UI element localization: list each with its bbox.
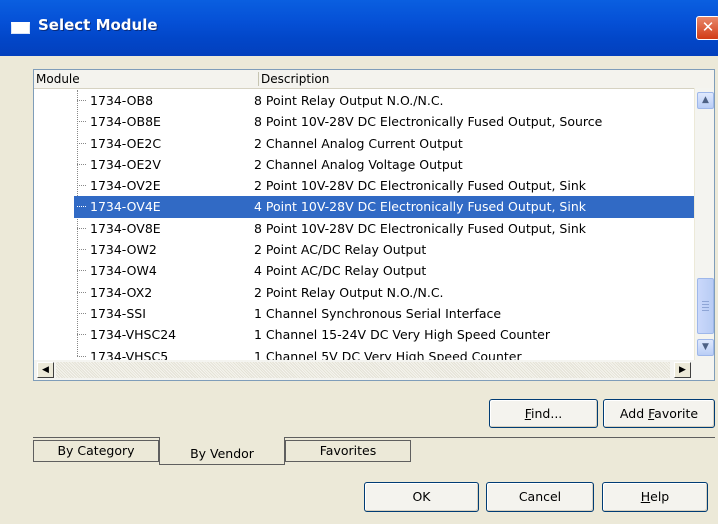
module-description: 2 Channel Analog Current Output	[254, 135, 463, 151]
tree-connector	[77, 142, 86, 144]
list-item[interactable]: 1734-SSI 1 Channel Synchronous Serial Int…	[34, 303, 694, 324]
help-label: elp	[650, 489, 670, 504]
scroll-up-button[interactable]: ▲	[697, 92, 714, 109]
ok-button[interactable]: OK	[364, 482, 479, 512]
module-description: 2 Channel Analog Voltage Output	[254, 156, 463, 172]
module-description: 8 Point 10V-28V DC Electronically Fused …	[254, 220, 586, 236]
thumb-grip	[702, 304, 709, 305]
module-description: 4 Point AC/DC Relay Output	[254, 263, 427, 279]
tab-by-category[interactable]: By Category	[33, 440, 159, 462]
thumb-grip	[702, 310, 709, 311]
scroll-left-button[interactable]: ◀	[37, 362, 54, 378]
scroll-thumb[interactable]	[697, 278, 714, 334]
tree-connector	[77, 270, 86, 272]
module-name: 1734-OV2E	[90, 178, 161, 194]
module-name: 1734-OV4E	[90, 199, 161, 215]
list-item[interactable]: 1734-OE2C 2 Channel Analog Current Output	[34, 133, 694, 154]
module-name: 1734-VHSC24	[90, 327, 177, 343]
add-favorite-label-pre: Add	[619, 406, 649, 421]
close-button[interactable]: ✕	[696, 16, 718, 40]
tree-connector	[77, 163, 86, 165]
module-description: 2 Point 10V-28V DC Electronically Fused …	[254, 178, 586, 194]
module-name: 1734-OE2V	[90, 156, 161, 172]
module-name: 1734-OX2	[90, 284, 153, 300]
find-label: ind...	[531, 406, 563, 421]
module-description: 8 Point Relay Output N.O./N.C.	[254, 93, 444, 108]
list-item[interactable]: 1734-OX2 2 Point Relay Output N.O./N.C.	[34, 282, 694, 303]
tab-favorites[interactable]: Favorites	[285, 440, 411, 462]
window-icon	[11, 22, 30, 34]
tree-connector	[77, 227, 86, 229]
tree-connector	[77, 334, 86, 336]
window-title: Select Module	[38, 16, 158, 34]
tree-connector	[77, 312, 86, 314]
tree-connector	[77, 206, 86, 208]
module-description: 4 Point 10V-28V DC Electronically Fused …	[254, 199, 586, 215]
thumb-grip	[702, 301, 709, 302]
tree-connector	[77, 291, 86, 293]
list-item[interactable]: 1734-OV2E 2 Point 10V-28V DC Electronical…	[34, 175, 694, 196]
list-item[interactable]: 1734-VHSC24 1 Channel 15-24V DC Very High…	[34, 324, 694, 345]
vertical-scrollbar[interactable]: ▲ ▼	[694, 88, 714, 360]
tab-by-vendor[interactable]: By Vendor	[159, 437, 285, 465]
title-bar[interactable]: Select Module ✕	[0, 0, 718, 56]
add-favorite-button[interactable]: Add Favorite	[603, 399, 715, 428]
tree-connector	[77, 355, 86, 357]
list-item[interactable]: 1734-OB8 8 Point Relay Output N.O./N.C.	[34, 90, 694, 111]
thumb-grip	[702, 307, 709, 308]
tree-connector	[77, 249, 86, 251]
column-header-description[interactable]: Description	[261, 71, 329, 87]
module-description: 1 Channel Synchronous Serial Interface	[254, 305, 502, 321]
module-description: 2 Point AC/DC Relay Output	[254, 242, 427, 258]
tree-connector	[77, 121, 86, 123]
horizontal-scrollbar[interactable]: ◀ ▶	[34, 360, 714, 380]
column-divider[interactable]	[258, 72, 259, 86]
module-name: 1734-OV8E	[90, 220, 161, 236]
module-list[interactable]: Module Description 1734-OB8 8 Point Relay…	[33, 69, 715, 381]
list-item[interactable]: 1734-OW2 2 Point AC/DC Relay Output	[34, 239, 694, 260]
module-name: 1734-OW4	[90, 263, 157, 279]
help-button[interactable]: Help	[602, 482, 708, 512]
tab-strip-line	[33, 437, 715, 438]
list-item[interactable]: 1734-OW4 4 Point AC/DC Relay Output	[34, 260, 694, 281]
list-item[interactable]: 1734-OE2V 2 Channel Analog Voltage Output	[34, 154, 694, 175]
find-button[interactable]: Find...	[489, 399, 598, 428]
module-name: 1734-OB8	[90, 93, 154, 108]
list-rows: 1734-OB8 8 Point Relay Output N.O./N.C. 1…	[34, 90, 694, 367]
cancel-button[interactable]: Cancel	[486, 482, 594, 512]
module-name: 1734-OW2	[90, 242, 157, 258]
list-header: Module Description	[34, 70, 714, 89]
scroll-right-button[interactable]: ▶	[674, 362, 691, 378]
scroll-down-button[interactable]: ▼	[697, 339, 714, 356]
tree-connector	[77, 185, 86, 187]
module-description: 8 Point 10V-28V DC Electronically Fused …	[254, 114, 603, 130]
help-accel: H	[640, 489, 651, 504]
horizontal-scroll-track[interactable]	[56, 362, 670, 378]
add-favorite-label: avorite	[654, 406, 699, 421]
list-item[interactable]: 1734-OB8E 8 Point 10V-28V DC Electronical…	[34, 111, 694, 132]
module-name: 1734-SSI	[90, 305, 146, 321]
list-item-selected[interactable]: 1734-OV4E 4 Point 10V-28V DC Electronical…	[74, 196, 694, 218]
button-pane: Find... Add Favorite	[33, 381, 715, 437]
module-description: 1 Channel 15-24V DC Very High Speed Coun…	[254, 327, 550, 343]
module-name: 1734-OB8E	[90, 114, 161, 130]
module-name: 1734-OE2C	[90, 135, 162, 151]
list-item[interactable]: 1734-OV8E 8 Point 10V-28V DC Electronical…	[34, 218, 694, 239]
column-header-module[interactable]: Module	[36, 71, 80, 87]
module-description: 2 Point Relay Output N.O./N.C.	[254, 284, 444, 300]
tree-connector	[77, 100, 86, 101]
